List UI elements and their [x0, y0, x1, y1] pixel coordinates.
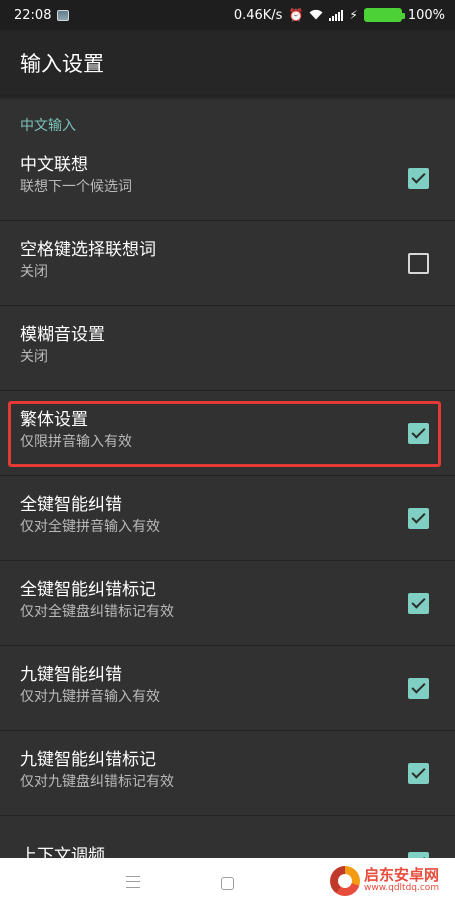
- app-bar-shadow: [0, 95, 455, 101]
- pref-title: 空格键选择联想词: [20, 240, 156, 260]
- app-bar: 输入设置: [0, 30, 455, 95]
- battery-percent: 100%: [407, 7, 445, 23]
- watermark: 启东安卓网 www.qdltdq.com: [330, 866, 439, 896]
- watermark-text: 启东安卓网 www.qdltdq.com: [364, 868, 439, 893]
- status-time: 22:08: [14, 7, 52, 23]
- category-header: 中文输入: [20, 118, 76, 134]
- pref-summary: 关闭: [20, 264, 48, 280]
- pref-summary: 关闭: [20, 349, 48, 365]
- pref-title: 模糊音设置: [20, 325, 105, 345]
- pref-title: 中文联想: [20, 155, 88, 175]
- status-bar: 22:08 0.46K/s ⏰ ⚡ 100%: [0, 0, 455, 30]
- pref-summary: 仅对九键拼音输入有效: [20, 689, 160, 705]
- pref-summary: 联想下一个候选词: [20, 179, 132, 195]
- pref-summary: 仅限拼音输入有效: [20, 434, 132, 450]
- checkbox-checked[interactable]: [408, 168, 429, 189]
- page-title: 输入设置: [20, 51, 104, 76]
- battery-icon: [363, 8, 405, 22]
- status-right: 0.46K/s ⏰ ⚡ 100%: [234, 8, 445, 23]
- charging-icon: ⚡: [349, 8, 358, 22]
- pref-title: 上下文调频: [20, 846, 105, 858]
- pref-title: 九键智能纠错标记: [20, 750, 156, 770]
- pref-row-context-frequency[interactable]: 上下文调频: [0, 816, 455, 858]
- status-left: 22:08: [14, 7, 70, 23]
- image-notification-icon: [57, 9, 70, 21]
- pref-row-space-select-association[interactable]: 空格键选择联想词 关闭: [0, 221, 455, 306]
- pref-row-full-key-correction-mark[interactable]: 全键智能纠错标记 仅对全键盘纠错标记有效: [0, 561, 455, 646]
- checkbox-checked[interactable]: [408, 763, 429, 784]
- watermark-logo-icon: [330, 866, 360, 896]
- checkbox-checked[interactable]: [408, 678, 429, 699]
- pref-row-nine-key-correction-mark[interactable]: 九键智能纠错标记 仅对九键盘纠错标记有效: [0, 731, 455, 816]
- watermark-url: www.qdltdq.com: [364, 883, 440, 894]
- checkbox-checked[interactable]: [408, 593, 429, 614]
- pref-title: 全键智能纠错标记: [20, 580, 156, 600]
- pref-row-traditional-chinese[interactable]: 繁体设置 仅限拼音输入有效: [0, 391, 455, 476]
- watermark-title: 启东安卓网: [364, 866, 440, 885]
- home-icon[interactable]: [221, 877, 234, 890]
- pref-summary: 仅对九键盘纠错标记有效: [20, 774, 174, 790]
- network-speed: 0.46K/s: [233, 7, 283, 23]
- pref-row-fuzzy-pinyin[interactable]: 模糊音设置 关闭: [0, 306, 455, 391]
- checkbox-checked[interactable]: [408, 508, 429, 529]
- pref-row-nine-key-correction[interactable]: 九键智能纠错 仅对九键拼音输入有效: [0, 646, 455, 731]
- pref-summary: 仅对全键盘纠错标记有效: [20, 604, 174, 620]
- pref-title: 九键智能纠错: [20, 665, 122, 685]
- alarm-icon: ⏰: [288, 8, 304, 22]
- checkbox-unchecked[interactable]: [408, 253, 429, 274]
- signal-icon: [329, 9, 344, 21]
- pref-row-full-key-correction[interactable]: 全键智能纠错 仅对全键拼音输入有效: [0, 476, 455, 561]
- checkbox-checked[interactable]: [408, 423, 429, 444]
- pref-title: 全键智能纠错: [20, 495, 122, 515]
- menu-icon[interactable]: [126, 876, 140, 888]
- pref-row-chinese-association[interactable]: 中文联想 联想下一个候选词: [0, 136, 455, 221]
- pref-summary: 仅对全键拼音输入有效: [20, 519, 160, 535]
- pref-title: 繁体设置: [20, 410, 88, 430]
- wifi-icon: [309, 9, 323, 22]
